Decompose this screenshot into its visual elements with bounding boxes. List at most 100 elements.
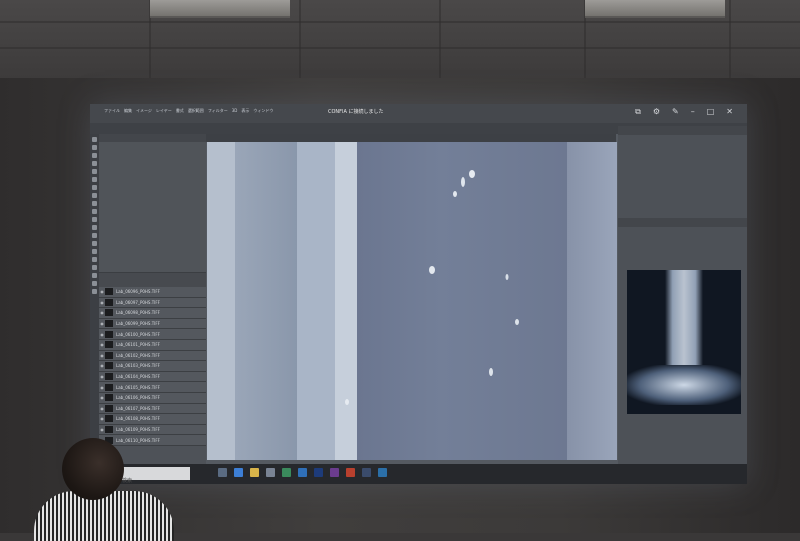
layer-thumbnail: [105, 320, 113, 328]
layer-name: Lab_06102_P0HS.TIFF: [116, 352, 160, 358]
layer-row[interactable]: ◉ Lab_06098_P0HS.TIFF: [99, 308, 206, 319]
history-brush-icon[interactable]: [92, 209, 97, 214]
close-icon[interactable]: ✕: [726, 107, 733, 117]
layer-thumbnail: [105, 351, 113, 359]
layer-row[interactable]: ◉ Lab_06102_P0HS.TIFF: [99, 350, 206, 362]
taskbar-apps: [218, 468, 387, 477]
layer-name: Lab_06098_P0HS.TIFF: [116, 310, 160, 316]
stamp-tool-icon[interactable]: [92, 201, 97, 206]
zoom-tool-icon[interactable]: [92, 289, 97, 294]
premiere-icon[interactable]: [330, 468, 339, 477]
menu-item[interactable]: レイヤー: [156, 108, 172, 114]
ceiling-light-left: [150, 0, 290, 18]
layer-row[interactable]: ◉ Lab_06101_P0HS.TIFF: [99, 339, 206, 351]
layer-name: Lab_06096_P0HS.TIFF: [116, 289, 160, 295]
layer-row[interactable]: ◉ Lab_06107_P0HS.TIFF: [99, 403, 206, 415]
explorer-icon[interactable]: [250, 468, 259, 477]
title-bar: ファイル 編集 イメージ レイヤー 書式 選択範囲 フィルター 3D 表示 ウィ…: [90, 104, 747, 123]
taskbar: 検索: [90, 464, 747, 484]
chrome-icon[interactable]: [282, 468, 291, 477]
navigator-tabs: [618, 218, 747, 227]
layer-thumbnail: [105, 373, 113, 381]
path-tool-icon[interactable]: [92, 265, 97, 270]
layer-name: Lab_06100_P0HS.TIFF: [116, 331, 160, 337]
layer-thumbnail: [105, 394, 113, 402]
layer-row[interactable]: ◉ Lab_06105_P0HS.TIFF: [99, 382, 206, 393]
layer-thumbnail: [105, 341, 113, 349]
type-tool-icon[interactable]: [92, 257, 97, 262]
layer-name: Lab_06105_P0HS.TIFF: [116, 384, 160, 390]
heal-tool-icon[interactable]: [92, 185, 97, 190]
menu-item[interactable]: 選択範囲: [188, 108, 204, 114]
dodge-tool-icon[interactable]: [92, 241, 97, 246]
pin-icon[interactable]: ✎: [672, 107, 679, 117]
properties-panel: [99, 142, 206, 273]
menu-item[interactable]: フィルター: [208, 108, 228, 114]
layer-thumbnail: [105, 330, 113, 338]
mail-icon[interactable]: [298, 468, 307, 477]
layer-name: Lab_06103_P0HS.TIFF: [116, 363, 160, 369]
layer-row[interactable]: ◉ Lab_06104_P0HS.TIFF: [99, 371, 206, 383]
pen-tool-icon[interactable]: [92, 249, 97, 254]
ceiling: [0, 0, 800, 78]
connection-notification: CONFIA に接続しました: [328, 109, 384, 115]
layer-name: Lab_06099_P0HS.TIFF: [116, 321, 160, 327]
photoshop-icon[interactable]: [314, 468, 323, 477]
presenter-silhouette: [34, 436, 174, 541]
navigator-glow: [627, 365, 741, 405]
layer-name: Lab_06101_P0HS.TIFF: [116, 342, 160, 348]
layer-row[interactable]: ◉ Lab_06106_P0HS.TIFF: [99, 392, 206, 404]
bridge-icon[interactable]: [378, 468, 387, 477]
layer-thumbnail: [105, 383, 113, 391]
maximize-icon[interactable]: □: [707, 107, 715, 117]
acrobat-icon[interactable]: [346, 468, 355, 477]
tools-panel: [90, 134, 99, 464]
lightroom-icon[interactable]: [362, 468, 371, 477]
menu-item[interactable]: 書式: [176, 108, 184, 114]
layer-row[interactable]: ◉ Lab_06103_P0HS.TIFF: [99, 361, 206, 372]
layer-row[interactable]: ◉ Lab_06109_P0HS.TIFF: [99, 424, 206, 436]
lasso-tool-icon[interactable]: [92, 153, 97, 158]
marquee-tool-icon[interactable]: [92, 145, 97, 150]
layer-thumbnail: [105, 426, 113, 434]
eraser-tool-icon[interactable]: [92, 217, 97, 222]
layer-row[interactable]: ◉ Lab_06097_P0HS.TIFF: [99, 297, 206, 309]
crop-tool-icon[interactable]: [92, 169, 97, 174]
hand-tool-icon[interactable]: [92, 281, 97, 286]
brush-tool-icon[interactable]: [92, 193, 97, 198]
navigator-preview[interactable]: [627, 270, 741, 414]
document-canvas[interactable]: [207, 142, 617, 460]
navigator-highlight: [665, 270, 703, 380]
settings-icon[interactable]: ⚙: [653, 107, 660, 117]
panel-tabs: [99, 134, 206, 142]
menu-item[interactable]: ウィンドウ: [253, 108, 273, 114]
document-tabs: [206, 134, 616, 142]
blur-tool-icon[interactable]: [92, 233, 97, 238]
store-icon[interactable]: [266, 468, 275, 477]
shape-tool-icon[interactable]: [92, 273, 97, 278]
wand-tool-icon[interactable]: [92, 161, 97, 166]
menu-item[interactable]: 表示: [241, 108, 249, 114]
gradient-tool-icon[interactable]: [92, 225, 97, 230]
layer-name: Lab_06108_P0HS.TIFF: [116, 416, 160, 422]
layer-row[interactable]: ◉ Lab_06099_P0HS.TIFF: [99, 318, 206, 330]
layer-row[interactable]: ◉ Lab_06096_P0HS.TIFF: [99, 287, 206, 298]
move-tool-icon[interactable]: [92, 137, 97, 142]
menu-item[interactable]: 3D: [232, 108, 238, 114]
layer-row[interactable]: ◉ Lab_06108_P0HS.TIFF: [99, 414, 206, 425]
layer-name: Lab_06104_P0HS.TIFF: [116, 374, 160, 380]
menu-bar: ファイル 編集 イメージ レイヤー 書式 選択範囲 フィルター 3D 表示 ウィ…: [104, 108, 273, 114]
layer-thumbnail: [105, 288, 113, 296]
menu-item[interactable]: 編集: [124, 108, 132, 114]
eyedropper-tool-icon[interactable]: [92, 177, 97, 182]
menu-item[interactable]: イメージ: [136, 108, 152, 114]
cast-icon[interactable]: ⧉: [635, 107, 641, 117]
minimize-icon[interactable]: –: [691, 107, 695, 117]
layer-thumbnail: [105, 404, 113, 412]
edge-icon[interactable]: [234, 468, 243, 477]
layer-name: Lab_06097_P0HS.TIFF: [116, 299, 160, 305]
menu-item[interactable]: ファイル: [104, 108, 120, 114]
presenter-head: [62, 438, 124, 500]
task-view-icon[interactable]: [218, 468, 227, 477]
layer-row[interactable]: ◉ Lab_06100_P0HS.TIFF: [99, 329, 206, 340]
